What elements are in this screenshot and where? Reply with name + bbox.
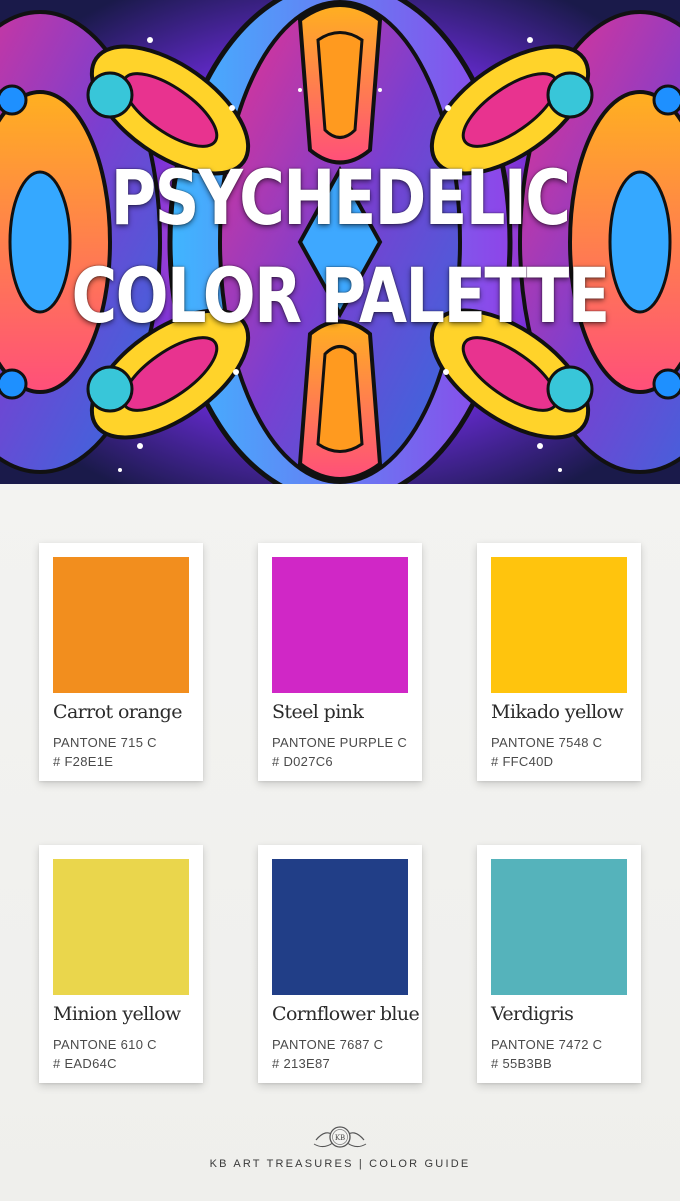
- pantone-code: PANTONE 7472 C: [491, 1037, 603, 1052]
- color-card-steel-pink: Steel pink PANTONE PURPLE C # D027C6: [258, 543, 422, 781]
- hex-code: # EAD64C: [53, 1056, 117, 1071]
- pantone-code: PANTONE 610 C: [53, 1037, 157, 1052]
- color-name: Mikado yellow: [491, 701, 624, 723]
- color-card-mikado-yellow: Mikado yellow PANTONE 7548 C # FFC40D: [477, 543, 641, 781]
- color-card-carrot-orange: Carrot orange PANTONE 715 C # F28E1E: [39, 543, 203, 781]
- color-swatch: [491, 859, 627, 995]
- color-name: Minion yellow: [53, 1003, 181, 1025]
- title-line-2: COLOR PALETTE: [71, 251, 610, 340]
- hex-code: # FFC40D: [491, 754, 554, 769]
- color-card-minion-yellow: Minion yellow PANTONE 610 C # EAD64C: [39, 845, 203, 1083]
- color-swatch: [53, 859, 189, 995]
- color-swatch: [272, 859, 408, 995]
- color-swatch: [491, 557, 627, 693]
- color-swatch: [272, 557, 408, 693]
- hex-code: # 55B3BB: [491, 1056, 552, 1071]
- kb-logo-icon: KB: [313, 1126, 367, 1148]
- color-card-cornflower-blue: Cornflower blue PANTONE 7687 C # 213E87: [258, 845, 422, 1083]
- color-name: Carrot orange: [53, 701, 182, 723]
- color-name: Verdigris: [491, 1003, 574, 1025]
- hex-code: # D027C6: [272, 754, 333, 769]
- color-swatch: [53, 557, 189, 693]
- hex-code: # F28E1E: [53, 754, 114, 769]
- footer-text: KB ART TREASURES | COLOR GUIDE: [209, 1158, 471, 1170]
- color-card-verdigris: Verdigris PANTONE 7472 C # 55B3BB: [477, 845, 641, 1083]
- color-name: Steel pink: [272, 701, 364, 723]
- pantone-code: PANTONE 715 C: [53, 735, 157, 750]
- hero-banner: PSYCHEDELIC COLOR PALETTE: [0, 0, 680, 484]
- svg-text:KB: KB: [335, 1134, 345, 1142]
- page-title: PSYCHEDELIC COLOR PALETTE: [0, 160, 680, 334]
- pantone-code: PANTONE 7687 C: [272, 1037, 384, 1052]
- pantone-code: PANTONE PURPLE C: [272, 735, 408, 750]
- hex-code: # 213E87: [272, 1056, 331, 1071]
- pantone-code: PANTONE 7548 C: [491, 735, 603, 750]
- title-line-1: PSYCHEDELIC: [110, 153, 571, 242]
- color-name: Cornflower blue: [272, 1003, 420, 1025]
